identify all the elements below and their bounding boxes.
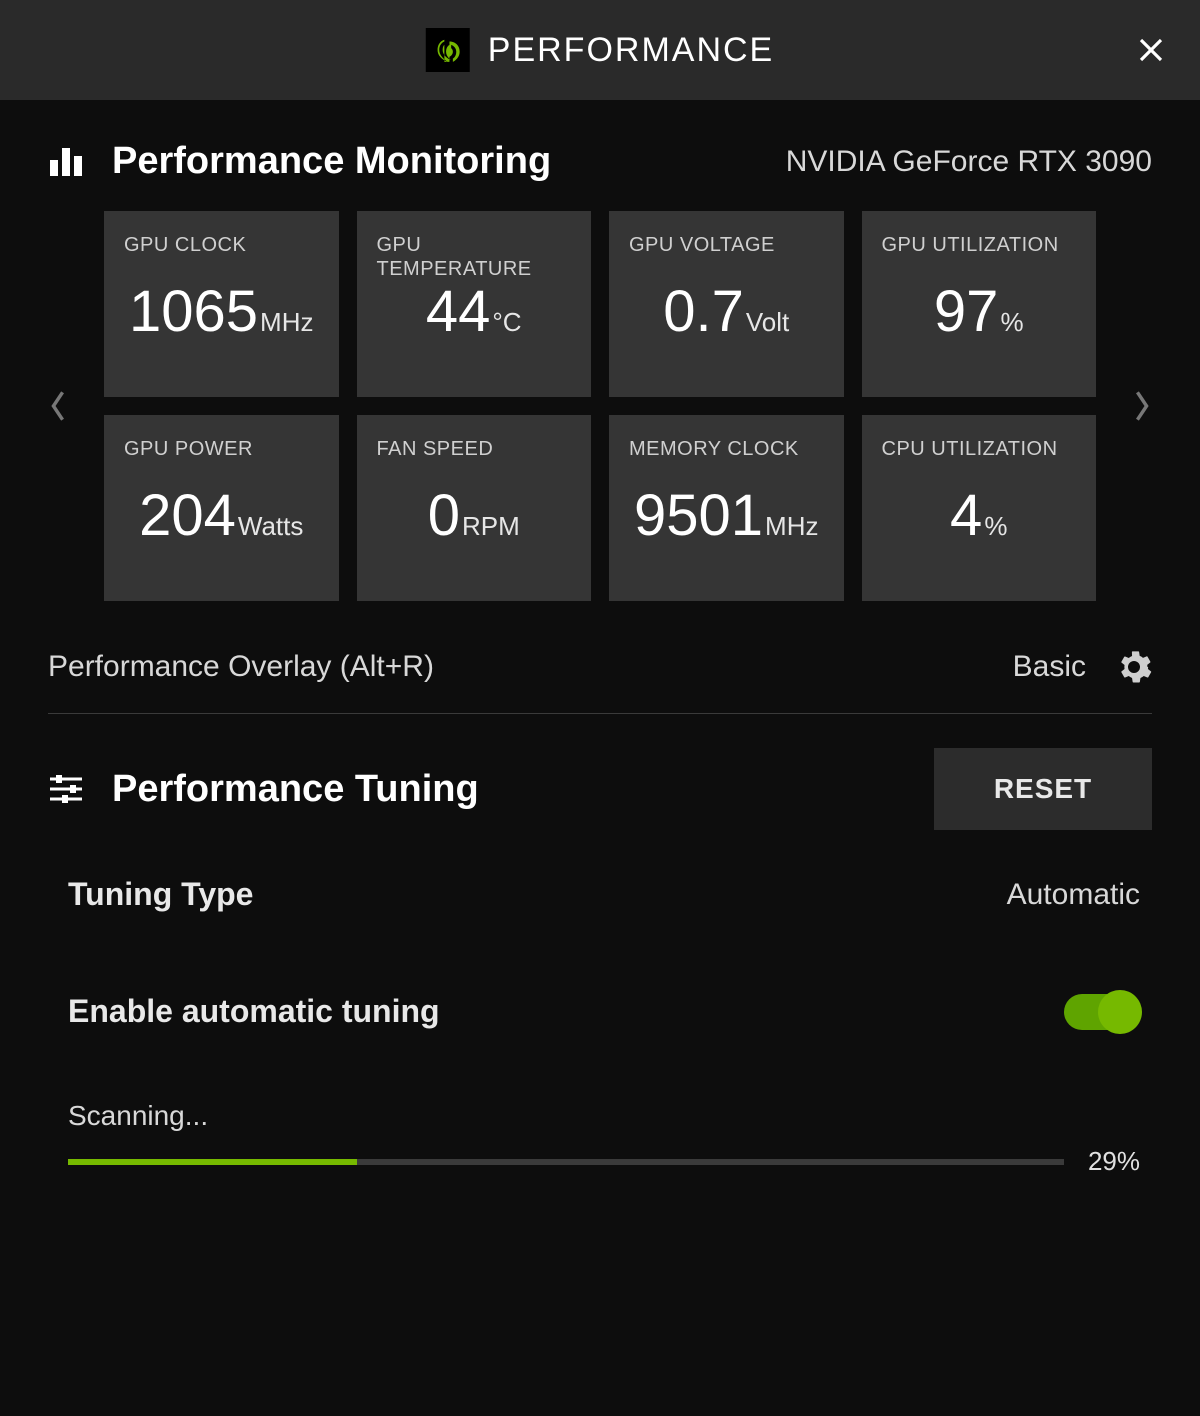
scan-progress-bar: [68, 1159, 1064, 1165]
scan-progress-fill: [68, 1159, 357, 1165]
tuning-title: Performance Tuning: [112, 768, 479, 811]
chevron-right-icon[interactable]: [1132, 390, 1152, 422]
tile-value: 0: [428, 487, 460, 545]
tile-unit: °C: [492, 307, 521, 338]
tile-unit: %: [1000, 307, 1023, 338]
overlay-label: Performance Overlay (Alt+R): [48, 650, 434, 684]
tile-unit: Watts: [238, 511, 303, 542]
chevron-left-icon[interactable]: [48, 390, 68, 422]
enable-auto-tuning-toggle[interactable]: [1064, 994, 1140, 1030]
tiles-grid: GPU CLOCK 1065 MHz GPU TEMPERATURE 44 °C…: [104, 211, 1096, 601]
tuning-type-value[interactable]: Automatic: [1007, 878, 1140, 912]
tile-unit: MHz: [260, 307, 313, 338]
tile-label: FAN SPEED: [377, 437, 572, 487]
tile-value: 204: [139, 487, 236, 545]
tile-label: GPU VOLTAGE: [629, 233, 824, 283]
tile-unit: %: [984, 511, 1007, 542]
tuning-type-row: Tuning Type Automatic: [48, 876, 1152, 913]
enable-auto-tuning-label: Enable automatic tuning: [68, 993, 440, 1030]
tile-value: 44: [426, 283, 491, 341]
enable-auto-tuning-row: Enable automatic tuning: [48, 993, 1152, 1030]
tile-fan-speed[interactable]: FAN SPEED 0 RPM: [357, 415, 592, 601]
gear-icon[interactable]: [1116, 649, 1152, 685]
tile-gpu-clock[interactable]: GPU CLOCK 1065 MHz: [104, 211, 339, 397]
sliders-icon: [48, 771, 84, 807]
overlay-mode-value[interactable]: Basic: [1013, 650, 1086, 684]
tile-value: 0.7: [663, 283, 744, 341]
header-center: PERFORMANCE: [426, 28, 774, 72]
tile-value: 97: [934, 283, 999, 341]
overlay-row: Performance Overlay (Alt+R) Basic: [48, 649, 1152, 714]
gpu-name-label: NVIDIA GeForce RTX 3090: [786, 145, 1152, 179]
tile-cpu-utilization[interactable]: CPU UTILIZATION 4 %: [862, 415, 1097, 601]
monitoring-head: Performance Monitoring NVIDIA GeForce RT…: [48, 140, 1152, 183]
close-button[interactable]: [1136, 35, 1166, 65]
close-icon: [1136, 35, 1166, 65]
bar-chart-icon: [48, 144, 84, 180]
toggle-knob: [1098, 990, 1142, 1034]
scan-status-label: Scanning...: [68, 1100, 1140, 1132]
nvidia-logo-icon: [426, 28, 470, 72]
tile-label: CPU UTILIZATION: [882, 437, 1077, 487]
monitoring-title: Performance Monitoring: [112, 140, 551, 183]
tiles-carousel: GPU CLOCK 1065 MHz GPU TEMPERATURE 44 °C…: [48, 211, 1152, 601]
tile-label: GPU POWER: [124, 437, 319, 487]
tuning-head: Performance Tuning RESET: [48, 748, 1152, 830]
tile-label: GPU TEMPERATURE: [377, 233, 572, 283]
tile-label: MEMORY CLOCK: [629, 437, 824, 487]
tile-label: GPU UTILIZATION: [882, 233, 1077, 283]
tile-value: 1065: [129, 283, 258, 341]
tile-gpu-temperature[interactable]: GPU TEMPERATURE 44 °C: [357, 211, 592, 397]
tile-label: GPU CLOCK: [124, 233, 319, 283]
tile-gpu-power[interactable]: GPU POWER 204 Watts: [104, 415, 339, 601]
tile-memory-clock[interactable]: MEMORY CLOCK 9501 MHz: [609, 415, 844, 601]
scan-progress-section: Scanning... 29%: [48, 1100, 1152, 1177]
tile-value: 4: [950, 487, 982, 545]
tile-value: 9501: [634, 487, 763, 545]
tile-unit: Volt: [746, 307, 789, 338]
tile-unit: RPM: [462, 511, 520, 542]
header-bar: PERFORMANCE: [0, 0, 1200, 100]
tile-gpu-utilization[interactable]: GPU UTILIZATION 97 %: [862, 211, 1097, 397]
reset-button[interactable]: RESET: [934, 748, 1152, 830]
tile-gpu-voltage[interactable]: GPU VOLTAGE 0.7 Volt: [609, 211, 844, 397]
tuning-type-label: Tuning Type: [68, 876, 253, 913]
tile-unit: MHz: [765, 511, 818, 542]
header-title: PERFORMANCE: [488, 31, 774, 70]
scan-progress-percent: 29%: [1088, 1146, 1140, 1177]
